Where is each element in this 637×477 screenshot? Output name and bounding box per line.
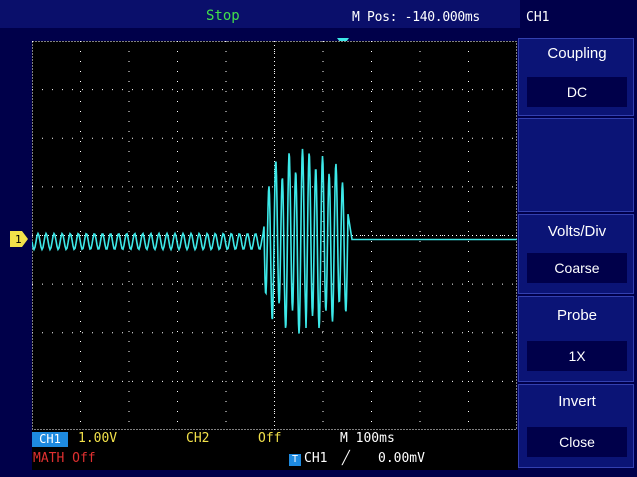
timebase: M 100ms [340, 431, 395, 446]
ch1-tag[interactable]: CH1 [32, 432, 68, 447]
trigger-source: CH1 [304, 451, 328, 466]
graticule [32, 41, 517, 430]
ch1-scale: 1.00V [78, 431, 118, 446]
invert-menu-item[interactable]: Invert Close [518, 384, 634, 468]
channel-1-ground-marker: 1 [10, 231, 28, 247]
coupling-value: DC [527, 77, 627, 107]
ch2-label[interactable]: CH2 [186, 431, 209, 446]
coupling-menu-item[interactable]: Coupling DC [518, 38, 634, 116]
volts-div-title: Volts/Div [547, 223, 607, 240]
trigger-level: 0.00mV [378, 451, 425, 466]
invert-title: Invert [558, 393, 596, 410]
volts-div-value: Coarse [527, 253, 627, 283]
coupling-title: Coupling [547, 45, 607, 62]
menu-channel-label: CH1 [526, 10, 550, 25]
probe-value: 1X [527, 341, 627, 371]
ch2-state: Off [258, 431, 282, 446]
trigger-edge-icon: ╱ [342, 451, 350, 466]
channel-menu: Coupling DC Volts/Div Coarse Probe 1X In… [518, 28, 634, 468]
run-state[interactable]: Stop [206, 8, 240, 24]
waveform-display[interactable] [32, 41, 517, 430]
svg-text:1: 1 [15, 233, 22, 246]
invert-value: Close [527, 427, 627, 457]
volts-div-menu-item[interactable]: Volts/Div Coarse [518, 214, 634, 294]
horizontal-position: M Pos: -140.000ms [352, 10, 480, 25]
trigger-icon: T [289, 454, 301, 466]
empty-menu-slot [518, 118, 634, 212]
probe-title: Probe [556, 307, 598, 324]
math-status[interactable]: MATH Off [33, 451, 96, 466]
probe-menu-item[interactable]: Probe 1X [518, 296, 634, 382]
